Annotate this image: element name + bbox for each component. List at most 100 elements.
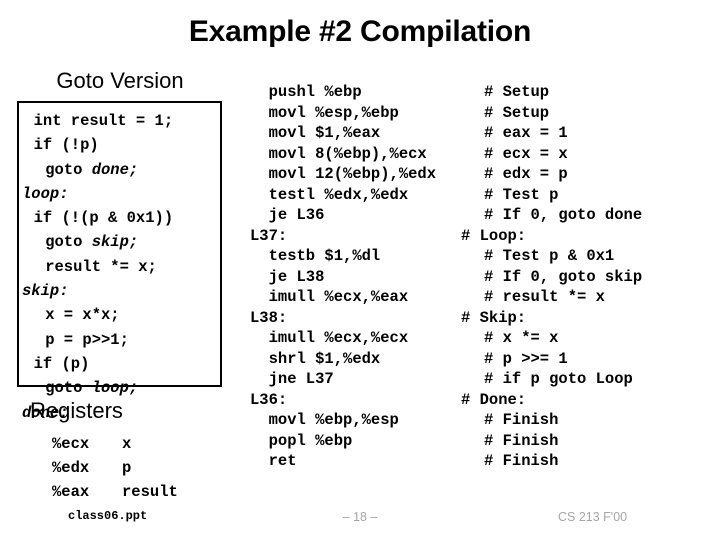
register-value: p	[122, 459, 132, 477]
assembly-label-line: L36: # Done:	[250, 390, 720, 411]
assembly-comment: # Finish	[484, 452, 559, 470]
assembly-code: movl %ebp,%esp	[250, 411, 399, 429]
assembly-instruction-line: movl 12(%ebp),%edx # edx = p	[250, 164, 720, 185]
goto-code-box: int result = 1; if (!p) goto done; loop: if …	[17, 101, 222, 422]
assembly-comment: # ecx = x	[484, 144, 568, 163]
code-text: if (p)	[33, 354, 90, 373]
code-text: goto	[45, 160, 92, 179]
assembly-code: movl 8(%ebp),%ecx	[250, 144, 427, 163]
assembly-comment: # Test p & 0x1	[484, 247, 615, 265]
assembly-comment: # Finish	[484, 431, 559, 450]
goto-code-line: loop:	[19, 182, 220, 206]
assembly-code: pushl %ebp	[250, 83, 362, 101]
registers-heading: Registers	[30, 398, 123, 423]
code-text: int result = 1;	[33, 112, 174, 130]
register-name: %eax	[52, 483, 90, 501]
code-label: skip:	[22, 282, 69, 301]
register-value: x	[122, 435, 132, 453]
assembly-comment: # result *= x	[484, 288, 605, 306]
register-row: %edx p	[52, 456, 178, 480]
assembly-code: imull %ecx,%ecx	[250, 329, 409, 347]
assembly-label-line: L37: # Loop:	[250, 226, 720, 247]
assembly-comment: # Finish	[484, 411, 559, 429]
goto-version-heading: Goto Version	[56, 68, 184, 93]
assembly-instruction-line: je L36 # If 0, goto done	[250, 205, 720, 226]
goto-code-line: p = p>>1;	[19, 328, 220, 352]
assembly-code: je L38	[250, 267, 325, 286]
register-row: %eax result	[52, 480, 178, 504]
assembly-code: L36:	[250, 390, 288, 409]
assembly-instruction-line: pushl %ebp # Setup	[250, 82, 720, 103]
assembly-code: popl %ebp	[250, 431, 353, 450]
assembly-instruction-line: movl %esp,%ebp # Setup	[250, 103, 720, 124]
registers-table: %ecx x %edx p %eax result	[52, 432, 178, 504]
goto-code-line: skip:	[19, 279, 220, 303]
assembly-comment: # Setup	[484, 103, 550, 122]
assembly-code: L38:	[250, 308, 288, 327]
code-text: x = x*x;	[45, 306, 120, 325]
assembly-label-line: L38: # Skip:	[250, 308, 720, 329]
goto-code-line: if (!p)	[19, 133, 220, 157]
goto-code-list: int result = 1; if (!p) goto done; loop: if …	[19, 109, 220, 425]
assembly-comment: # Skip:	[461, 308, 527, 327]
page-title: Example #2 Compilation	[188, 15, 532, 48]
register-value: result	[122, 483, 178, 501]
assembly-instruction-line: movl %ebp,%esp # Finish	[250, 410, 720, 431]
assembly-comment: # Loop:	[461, 226, 527, 245]
assembly-code: shrl $1,%edx	[250, 349, 381, 368]
code-text: if (!(p & 0x1))	[33, 209, 174, 228]
code-label: loop;	[91, 379, 139, 398]
assembly-code: je L36	[250, 206, 325, 224]
goto-code-line: goto skip;	[19, 230, 220, 254]
assembly-instruction-line: ret # Finish	[250, 451, 720, 472]
code-text: if (!p)	[33, 136, 99, 155]
assembly-comment: # Setup	[484, 83, 550, 101]
assembly-instruction-line: imull %ecx,%eax # result *= x	[250, 287, 720, 308]
assembly-code: L37:	[250, 226, 288, 245]
assembly-code: testb $1,%dl	[250, 247, 381, 265]
assembly-comment: # Test p	[484, 185, 559, 204]
assembly-code: movl 12(%ebp),%edx	[250, 165, 437, 183]
code-text: p = p>>1;	[45, 330, 129, 349]
code-text: goto	[45, 233, 92, 252]
assembly-instruction-line: je L38 # If 0, goto skip	[250, 267, 720, 288]
assembly-instruction-line: imull %ecx,%ecx # x *= x	[250, 328, 720, 349]
goto-code-line: result *= x;	[19, 255, 220, 279]
code-label: done;	[91, 160, 139, 179]
goto-code-line: goto done;	[19, 158, 220, 182]
assembly-instruction-line: jne L37 # if p goto Loop	[250, 369, 720, 390]
goto-code-line: int result = 1;	[19, 109, 220, 133]
assembly-comment: # eax = 1	[484, 124, 568, 142]
register-name: %edx	[52, 459, 90, 477]
goto-code-line: if (p)	[19, 352, 220, 376]
assembly-comment: # p >>= 1	[484, 349, 568, 368]
code-text: result *= x;	[45, 257, 157, 276]
assembly-code: jne L37	[250, 370, 334, 388]
assembly-code: testl %edx,%edx	[250, 185, 409, 204]
footer-course: CS 213 F'00	[558, 510, 628, 524]
code-text: goto	[45, 379, 92, 398]
assembly-code: movl %esp,%ebp	[250, 103, 399, 122]
goto-code-line: goto loop;	[19, 376, 220, 400]
goto-code-line: if (!(p & 0x1))	[19, 206, 220, 230]
goto-code-line: x = x*x;	[19, 303, 220, 327]
assembly-comment: # if p goto Loop	[484, 370, 633, 388]
assembly-instruction-line: testl %edx,%edx # Test p	[250, 185, 720, 206]
code-label: loop:	[22, 184, 69, 203]
assembly-instruction-line: shrl $1,%edx # p >>= 1	[250, 349, 720, 370]
assembly-code: imull %ecx,%eax	[250, 288, 409, 306]
footer-page-number: – 18 –	[342, 510, 378, 524]
assembly-instruction-line: movl 8(%ebp),%ecx # ecx = x	[250, 144, 720, 165]
assembly-code: movl $1,%eax	[250, 124, 381, 142]
assembly-comment: # Done:	[461, 390, 527, 409]
footer-filename: class06.ppt	[68, 509, 148, 523]
assembly-code: ret	[250, 452, 297, 470]
assembly-comment: # If 0, goto done	[484, 206, 643, 224]
assembly-comment: # x *= x	[484, 329, 559, 347]
assembly-instruction-line: movl $1,%eax # eax = 1	[250, 123, 720, 144]
register-name: %ecx	[52, 435, 90, 453]
assembly-instruction-line: popl %ebp # Finish	[250, 431, 720, 452]
assembly-comment: # If 0, goto skip	[484, 267, 643, 286]
assembly-listing: pushl %ebp # Setup movl %esp,%ebp # Setup …	[250, 82, 720, 472]
assembly-comment: # edx = p	[484, 165, 568, 183]
